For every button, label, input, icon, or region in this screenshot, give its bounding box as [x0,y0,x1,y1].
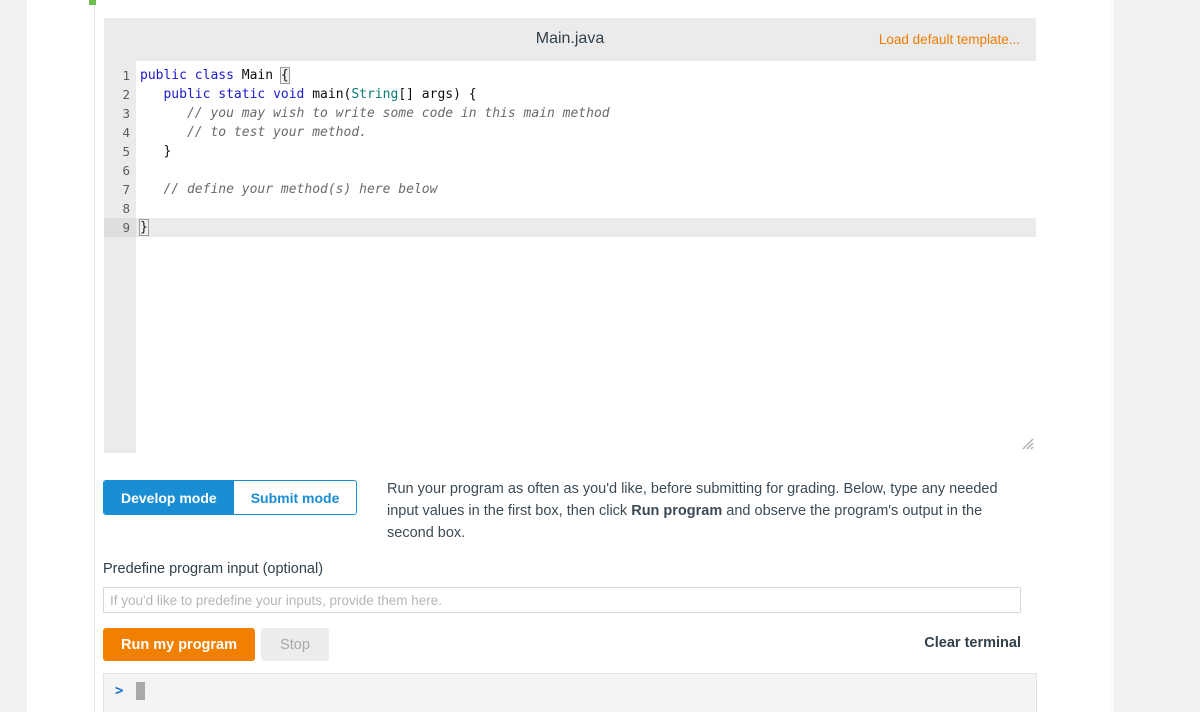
progress-marker [89,0,96,5]
line-number: 7 [122,182,130,197]
stop-button[interactable]: Stop [261,628,329,661]
line-number-gutter: 1 2 3 4 5 6 7 8 9 [104,61,136,453]
page-background: Main.java Load default template... 1 2 3 4 5… [0,0,1200,712]
code-token: public [140,68,187,83]
load-default-template-link[interactable]: Load default template... [879,32,1020,47]
line-number: 2 [122,87,130,102]
tab-develop-mode[interactable]: Develop mode [104,481,234,514]
code-line[interactable]: public static void main(String[] args) { [136,85,1036,104]
resize-handle-icon[interactable] [1021,437,1034,450]
code-token: static [218,87,266,102]
line-number: 3 [122,106,130,121]
clear-terminal-button[interactable]: Clear terminal [924,635,1021,651]
code-line[interactable]: // to test your method. [136,123,1036,142]
code-token: main( [304,87,352,102]
code-line[interactable]: } [136,218,1036,237]
code-line[interactable]: public class Main { [136,66,1036,85]
code-token: } [139,219,149,236]
tab-submit-mode[interactable]: Submit mode [233,481,357,514]
code-token: // to test your method. [186,125,367,140]
code-line[interactable] [136,161,1036,180]
code-line[interactable]: } [136,142,1036,161]
code-line[interactable] [136,199,1036,218]
terminal-output[interactable]: > [103,673,1037,712]
code-line[interactable]: // you may wish to write some code in th… [136,104,1036,123]
predefine-input-label: Predefine program input (optional) [103,561,324,577]
editor-header: Main.java Load default template... [104,18,1036,61]
code-token: void [273,87,305,102]
column-divider [94,0,95,712]
code-token: public [163,87,211,102]
code-token: String [351,87,399,102]
line-number: 5 [122,144,130,159]
line-number: 1 [122,68,130,83]
predefine-input-field[interactable] [103,587,1021,613]
code-token: { [279,67,290,84]
code-token: // you may wish to write some code in th… [186,106,610,121]
instructions-bold-run-program: Run program [631,503,723,519]
code-text-area[interactable]: public class Main { public static void m… [136,61,1036,453]
terminal-prompt: > [115,683,124,699]
mode-toggle-group: Develop mode Submit mode [103,480,358,515]
instructions-text: Run your program as often as you'd like,… [387,478,1002,544]
code-token: [] args) { [398,87,477,102]
line-number: 9 [104,218,136,237]
code-token: class [194,68,234,83]
line-number: 8 [122,201,130,216]
line-number: 6 [122,163,130,178]
code-editor-panel: Main.java Load default template... 1 2 3 4 5… [104,18,1036,453]
editor-body[interactable]: 1 2 3 4 5 6 7 8 9 public class Main { public sta… [104,61,1036,453]
code-token: Main [233,68,281,83]
code-token: } [140,144,172,159]
run-my-program-button[interactable]: Run my program [103,628,256,661]
sheet-edge [1111,0,1114,712]
terminal-cursor [136,682,145,700]
code-token: // define your method(s) here below [163,182,438,197]
code-line[interactable]: // define your method(s) here below [136,180,1036,199]
line-number: 4 [122,125,130,140]
